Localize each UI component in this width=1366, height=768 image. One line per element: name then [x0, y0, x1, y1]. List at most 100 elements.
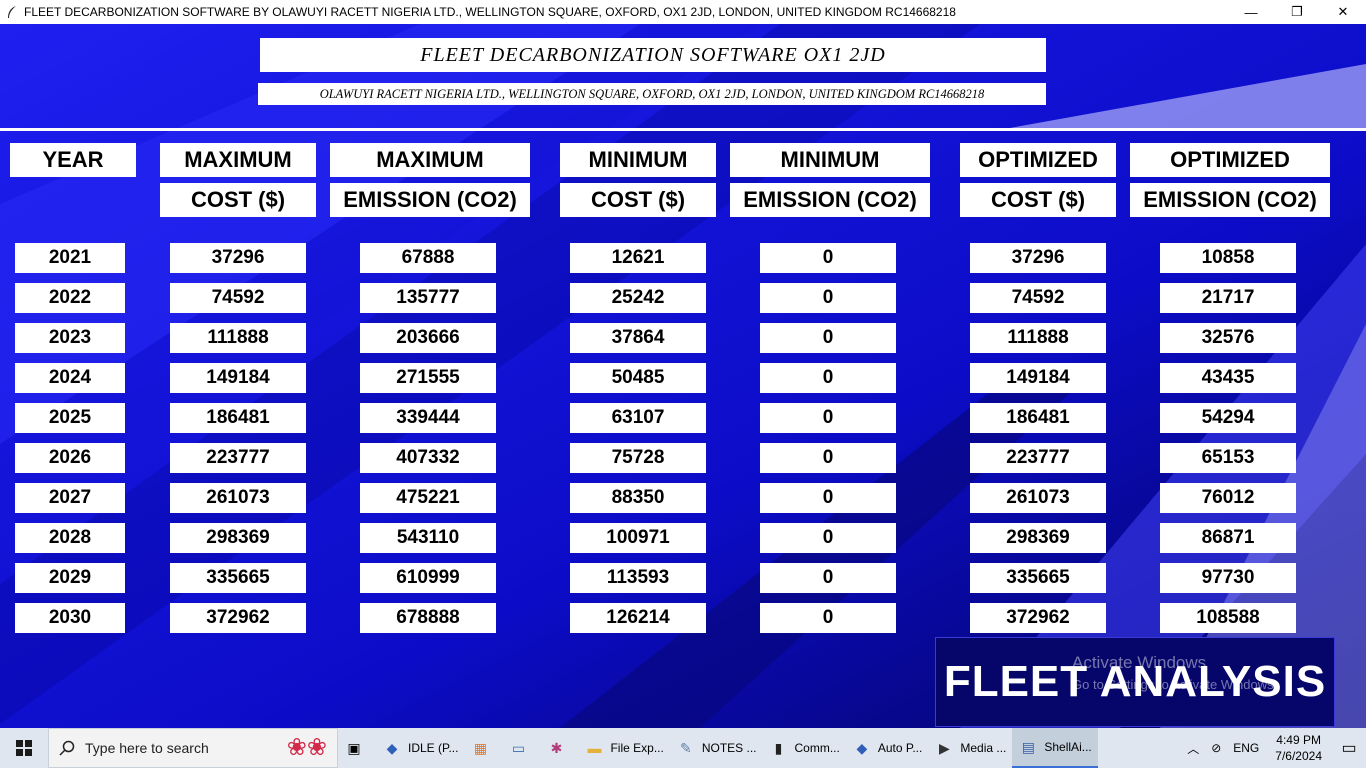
min-emission-cell: 0	[760, 443, 896, 473]
max-cost-header-2: COST ($)	[160, 183, 316, 217]
opt-cost-cell: 261073	[970, 483, 1106, 513]
max-cost-cell: 223777	[170, 443, 306, 473]
year-cell: 2028	[15, 523, 125, 553]
year-cell: 2030	[15, 603, 125, 633]
opt-cost-cell: 186481	[970, 403, 1106, 433]
start-button[interactable]	[0, 728, 48, 768]
notification-icon[interactable]: ▭	[1332, 728, 1366, 768]
maximize-button[interactable]: ❐	[1274, 0, 1320, 24]
opt-emission-cell: 10858	[1160, 243, 1296, 273]
python-icon: ◆	[856, 739, 868, 756]
min-emission-cell: 0	[760, 283, 896, 313]
taskbar-app-label: File Exp...	[610, 741, 664, 755]
min-cost-cell: 88350	[570, 483, 706, 513]
system-tray: ︿ ⊘ ENG 4:49 PM 7/6/2024 ▭	[1181, 728, 1366, 768]
min-cost-cell: 75728	[570, 443, 706, 473]
taskbar-app-slack[interactable]: ✱	[540, 728, 578, 768]
network-off-icon[interactable]: ⊘	[1205, 741, 1227, 755]
max-emission-cell: 339444	[360, 403, 496, 433]
taskbar-app-notes[interactable]: ✎ NOTES ...	[670, 728, 763, 768]
opt-cost-cell: 223777	[970, 443, 1106, 473]
min-emission-cell: 0	[760, 523, 896, 553]
year-cell: 2027	[15, 483, 125, 513]
opt-emission-cell: 43435	[1160, 363, 1296, 393]
min-emission-cell: 0	[760, 323, 896, 353]
slack-icon: ✱	[550, 739, 563, 756]
opt-cost-header-2: COST ($)	[960, 183, 1116, 217]
max-cost-cell: 37296	[170, 243, 306, 273]
year-cell: 2023	[15, 323, 125, 353]
min-cost-cell: 113593	[570, 563, 706, 593]
terminal-icon: ▮	[774, 739, 783, 756]
taskbar-app-shell[interactable]: ▤ ShellAi...	[1012, 728, 1098, 768]
opt-cost-cell: 37296	[970, 243, 1106, 273]
min-emission-header-2: EMISSION (CO2)	[730, 183, 930, 217]
feather-icon	[2, 0, 22, 24]
taskbar: Type here to search ❀❀ ▣ ◆ IDLE (P... ▦ …	[0, 728, 1366, 768]
taskbar-app-label: Auto P...	[877, 741, 923, 755]
max-cost-cell: 111888	[170, 323, 306, 353]
opt-emission-cell: 86871	[1160, 523, 1296, 553]
max-cost-cell: 298369	[170, 523, 306, 553]
header-divider	[0, 128, 1366, 131]
opt-emission-cell: 32576	[1160, 323, 1296, 353]
close-button[interactable]: ✕	[1320, 0, 1366, 24]
min-cost-cell: 126214	[570, 603, 706, 633]
max-emission-cell: 678888	[360, 603, 496, 633]
task-view-icon: ▣	[347, 739, 361, 756]
min-emission-header-1: MINIMUM	[730, 143, 930, 177]
opt-cost-cell: 74592	[970, 283, 1106, 313]
app-canvas: FLEET DECARBONIZATION SOFTWARE OX1 2JD O…	[0, 24, 1366, 728]
year-cell: 2025	[15, 403, 125, 433]
minimize-button[interactable]: —	[1228, 0, 1274, 24]
taskbar-app-store[interactable]: ▦	[464, 728, 502, 768]
taskbar-app-media[interactable]: ▶ Media ...	[928, 728, 1012, 768]
min-cost-cell: 100971	[570, 523, 706, 553]
max-cost-cell: 74592	[170, 283, 306, 313]
clock-date: 7/6/2024	[1275, 749, 1322, 763]
taskbar-app-idle[interactable]: ◆ IDLE (P...	[376, 728, 464, 768]
taskbar-app-computer[interactable]: ▭	[502, 728, 540, 768]
search-placeholder: Type here to search	[85, 740, 209, 756]
opt-emission-header-1: OPTIMIZED	[1130, 143, 1330, 177]
max-emission-cell: 475221	[360, 483, 496, 513]
language-indicator[interactable]: ENG	[1227, 741, 1265, 755]
taskbar-app-label: ShellAi...	[1044, 740, 1092, 754]
max-emission-cell: 203666	[360, 323, 496, 353]
taskbar-search[interactable]: Type here to search ❀❀	[48, 728, 338, 768]
taskbar-app-label: NOTES ...	[701, 741, 757, 755]
fleet-analysis-button[interactable]: FLEET ANALYSIS	[935, 637, 1335, 727]
opt-cost-cell: 111888	[970, 323, 1106, 353]
app-title: FLEET DECARBONIZATION SOFTWARE OX1 2JD	[260, 38, 1046, 72]
min-cost-cell: 37864	[570, 323, 706, 353]
min-cost-header-2: COST ($)	[560, 183, 716, 217]
opt-emission-cell: 108588	[1160, 603, 1296, 633]
min-emission-cell: 0	[760, 403, 896, 433]
min-cost-header-1: MINIMUM	[560, 143, 716, 177]
task-view-button[interactable]: ▣	[338, 728, 376, 768]
shell-icon: ▤	[1021, 738, 1035, 755]
min-emission-cell: 0	[760, 363, 896, 393]
media-icon: ▶	[938, 739, 950, 756]
max-emission-header-2: EMISSION (CO2)	[330, 183, 530, 217]
year-cell: 2022	[15, 283, 125, 313]
taskbar-app-file-explorer[interactable]: ▬ File Exp...	[578, 728, 669, 768]
max-cost-header-1: MAXIMUM	[160, 143, 316, 177]
min-cost-cell: 63107	[570, 403, 706, 433]
min-emission-cell: 0	[760, 483, 896, 513]
monitor-icon: ▭	[511, 739, 526, 756]
taskbar-app-label: IDLE (P...	[408, 741, 459, 755]
clock[interactable]: 4:49 PM 7/6/2024	[1265, 732, 1332, 764]
max-emission-cell: 271555	[360, 363, 496, 393]
notes-icon: ✎	[679, 739, 692, 756]
year-cell: 2021	[15, 243, 125, 273]
taskbar-app-command-prompt[interactable]: ▮ Comm...	[763, 728, 846, 768]
max-emission-cell: 407332	[360, 443, 496, 473]
max-emission-cell: 610999	[360, 563, 496, 593]
store-icon: ▦	[473, 739, 488, 756]
opt-cost-cell: 298369	[970, 523, 1106, 553]
taskbar-app-auto-python[interactable]: ◆ Auto P...	[846, 728, 928, 768]
folder-icon: ▬	[587, 740, 602, 756]
taskbar-app-label: Comm...	[794, 741, 840, 755]
chevron-up-icon[interactable]: ︿	[1181, 740, 1205, 757]
